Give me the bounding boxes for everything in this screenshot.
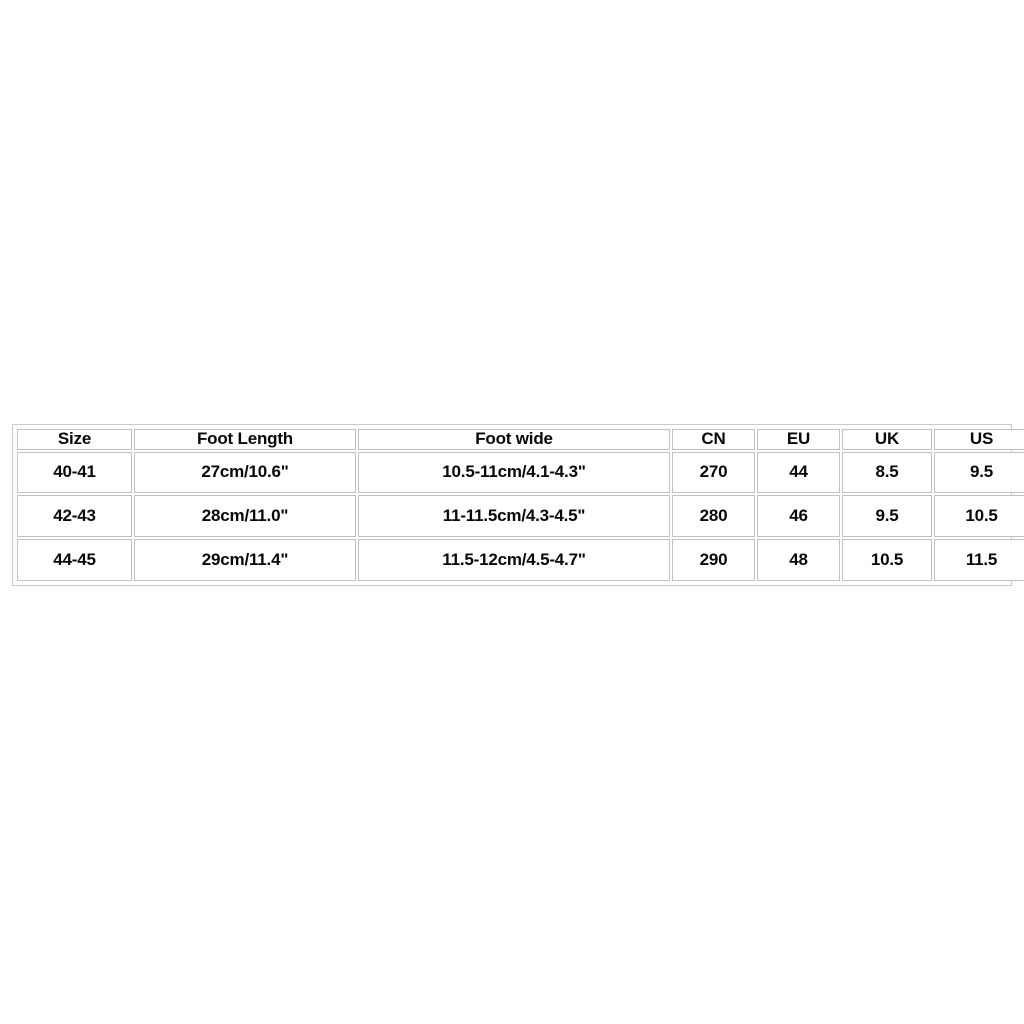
cell-foot-length: 28cm/11.0" bbox=[134, 495, 356, 538]
cell-cn: 270 bbox=[672, 451, 755, 494]
cell-foot-wide: 10.5-11cm/4.1-4.3" bbox=[358, 451, 670, 494]
table-row: 44-45 29cm/11.4" 11.5-12cm/4.5-4.7" 290 … bbox=[17, 539, 1024, 581]
column-header-size: Size bbox=[17, 429, 132, 450]
column-header-foot-length: Foot Length bbox=[134, 429, 356, 450]
table-header: Size Foot Length Foot wide CN EU UK US bbox=[17, 429, 1024, 450]
cell-us: 10.5 bbox=[934, 495, 1024, 538]
cell-foot-length: 29cm/11.4" bbox=[134, 539, 356, 581]
table-header-row: Size Foot Length Foot wide CN EU UK US bbox=[17, 429, 1024, 450]
cell-size: 42-43 bbox=[17, 495, 132, 538]
column-header-foot-wide: Foot wide bbox=[358, 429, 670, 450]
table-body: 40-41 27cm/10.6" 10.5-11cm/4.1-4.3" 270 … bbox=[17, 451, 1024, 581]
column-header-eu: EU bbox=[757, 429, 840, 450]
cell-cn: 290 bbox=[672, 539, 755, 581]
cell-uk: 8.5 bbox=[842, 451, 932, 494]
table-row: 40-41 27cm/10.6" 10.5-11cm/4.1-4.3" 270 … bbox=[17, 451, 1024, 494]
cell-us: 9.5 bbox=[934, 451, 1024, 494]
cell-foot-wide: 11-11.5cm/4.3-4.5" bbox=[358, 495, 670, 538]
cell-uk: 9.5 bbox=[842, 495, 932, 538]
cell-uk: 10.5 bbox=[842, 539, 932, 581]
cell-us: 11.5 bbox=[934, 539, 1024, 581]
table-row: 42-43 28cm/11.0" 11-11.5cm/4.3-4.5" 280 … bbox=[17, 495, 1024, 538]
cell-eu: 48 bbox=[757, 539, 840, 581]
size-chart-table-container: Size Foot Length Foot wide CN EU UK US 4… bbox=[12, 424, 1024, 586]
cell-foot-wide: 11.5-12cm/4.5-4.7" bbox=[358, 539, 670, 581]
cell-cn: 280 bbox=[672, 495, 755, 538]
size-chart-table: Size Foot Length Foot wide CN EU UK US 4… bbox=[15, 427, 1024, 583]
column-header-us: US bbox=[934, 429, 1024, 450]
cell-foot-length: 27cm/10.6" bbox=[134, 451, 356, 494]
column-header-uk: UK bbox=[842, 429, 932, 450]
cell-size: 40-41 bbox=[17, 451, 132, 494]
cell-eu: 44 bbox=[757, 451, 840, 494]
cell-eu: 46 bbox=[757, 495, 840, 538]
cell-size: 44-45 bbox=[17, 539, 132, 581]
column-header-cn: CN bbox=[672, 429, 755, 450]
